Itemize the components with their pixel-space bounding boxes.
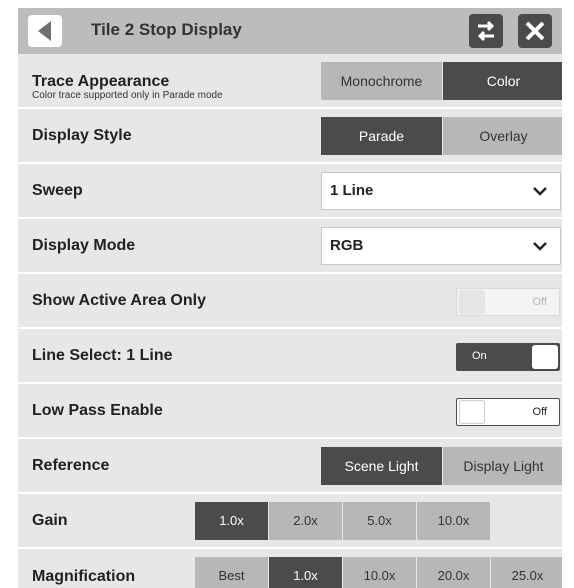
row-line-select: Line Select: 1 Line On	[18, 329, 562, 384]
switch-state: Off	[532, 406, 547, 418]
swap-button[interactable]	[469, 14, 503, 48]
reference-toggle: Scene Light Display Light	[321, 447, 562, 485]
gain-option[interactable]: 10.0x	[417, 502, 490, 540]
switch-state: On	[472, 350, 487, 362]
gain-option[interactable]: 5.0x	[343, 502, 416, 540]
scene-light-option[interactable]: Scene Light	[321, 447, 442, 485]
line-select-label: Line Select: 1 Line	[32, 346, 173, 364]
row-display-mode: Display Mode RGB	[18, 219, 562, 274]
magnification-option[interactable]: 1.0x	[269, 557, 342, 588]
low-pass-switch[interactable]: Off	[456, 398, 560, 426]
low-pass-label: Low Pass Enable	[32, 401, 163, 419]
settings-panel: Tile 2 Stop Display Trace Appearance Col…	[18, 8, 562, 588]
trace-appearance-note: Color trace supported only in Parade mod…	[32, 90, 223, 101]
row-gain: Gain 1.0x 2.0x 5.0x 10.0x	[18, 494, 562, 549]
row-low-pass: Low Pass Enable Off	[18, 384, 562, 439]
show-active-area-label: Show Active Area Only	[32, 291, 206, 309]
back-arrow-icon	[38, 21, 51, 41]
trace-appearance-label: Trace Appearance	[32, 73, 170, 90]
chevron-down-icon	[533, 242, 547, 251]
magnification-option[interactable]: 10.0x	[343, 557, 416, 588]
gain-option[interactable]: 1.0x	[195, 502, 268, 540]
row-magnification: Magnification Best 1.0x 10.0x 20.0x 25.0…	[18, 549, 562, 588]
panel-header: Tile 2 Stop Display	[18, 8, 562, 54]
line-select-switch[interactable]: On	[456, 343, 560, 371]
display-light-option[interactable]: Display Light	[443, 447, 562, 485]
page-title: Tile 2 Stop Display	[91, 20, 242, 39]
display-style-toggle: Parade Overlay	[321, 117, 562, 155]
display-mode-value: RGB	[330, 237, 364, 254]
display-mode-select[interactable]: RGB	[321, 227, 561, 265]
color-option[interactable]: Color	[443, 62, 562, 100]
gain-option[interactable]: 2.0x	[269, 502, 342, 540]
close-button[interactable]	[518, 14, 552, 48]
row-reference: Reference Scene Light Display Light	[18, 439, 562, 494]
close-icon	[525, 21, 545, 41]
switch-knob	[459, 400, 485, 424]
row-show-active-area: Show Active Area Only Off	[18, 274, 562, 329]
gain-options: 1.0x 2.0x 5.0x 10.0x	[195, 502, 490, 540]
row-trace-appearance: Trace Appearance Color trace supported o…	[18, 54, 562, 109]
monochrome-option[interactable]: Monochrome	[321, 62, 442, 100]
switch-knob	[532, 345, 558, 369]
magnification-label: Magnification	[32, 567, 136, 585]
display-style-label: Display Style	[32, 126, 132, 144]
reference-label: Reference	[32, 456, 110, 474]
switch-knob	[459, 290, 485, 314]
trace-appearance-toggle: Monochrome Color	[321, 62, 562, 100]
magnification-option[interactable]: Best	[195, 557, 268, 588]
sweep-select[interactable]: 1 Line	[321, 172, 561, 210]
sweep-label: Sweep	[32, 181, 83, 199]
sweep-value: 1 Line	[330, 182, 374, 199]
magnification-option[interactable]: 20.0x	[417, 557, 490, 588]
back-button[interactable]	[28, 15, 62, 47]
overlay-option[interactable]: Overlay	[443, 117, 562, 155]
swap-arrows-icon	[477, 20, 495, 42]
show-active-area-switch[interactable]: Off	[456, 288, 560, 316]
magnification-options: Best 1.0x 10.0x 20.0x 25.0x	[195, 557, 562, 588]
switch-state: Off	[532, 296, 547, 308]
row-display-style: Display Style Parade Overlay	[18, 109, 562, 164]
chevron-down-icon	[533, 187, 547, 196]
display-mode-label: Display Mode	[32, 236, 136, 254]
parade-option[interactable]: Parade	[321, 117, 442, 155]
magnification-option[interactable]: 25.0x	[491, 557, 562, 588]
row-sweep: Sweep 1 Line	[18, 164, 562, 219]
gain-label: Gain	[32, 511, 68, 529]
